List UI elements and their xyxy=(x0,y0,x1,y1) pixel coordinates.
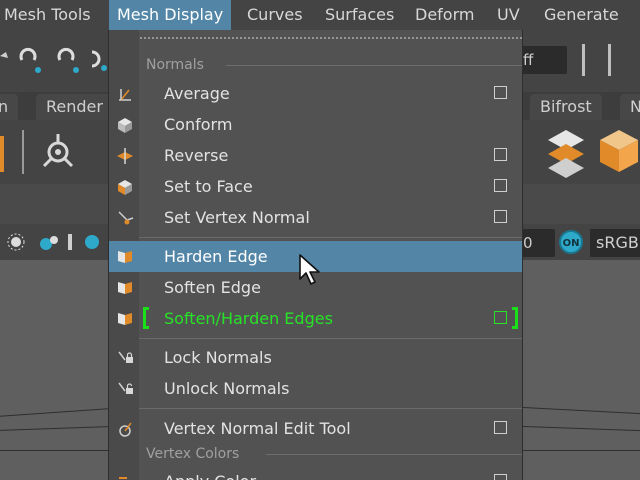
reverse-normals-icon xyxy=(117,148,133,164)
soften-edge-icon xyxy=(118,282,132,294)
menu-item-reverse[interactable]: Reverse xyxy=(109,140,522,171)
menu-surfaces[interactable]: Surfaces xyxy=(325,0,394,30)
grid-line xyxy=(0,408,108,417)
menu-item-label: Harden Edge xyxy=(164,247,268,266)
tab-bifrost[interactable]: Bifrost xyxy=(530,94,602,120)
apply-color-icon xyxy=(119,477,127,479)
menu-item-label: Set to Face xyxy=(164,177,253,196)
cube-icon[interactable] xyxy=(598,126,640,176)
option-box-icon[interactable] xyxy=(494,421,507,434)
uv-layout-icon[interactable] xyxy=(540,126,592,180)
menu-bar: Mesh Tools Mesh Display Curves Surfaces … xyxy=(0,0,640,30)
menu-divider xyxy=(139,338,522,339)
section-vertex-colors: Vertex Colors xyxy=(146,446,240,462)
vertex-normal-icon xyxy=(118,211,134,225)
menu-generate[interactable]: Generate xyxy=(544,0,619,30)
on-toggle-icon[interactable]: ON xyxy=(559,230,583,254)
option-box-icon[interactable] xyxy=(494,474,507,480)
menu-item-label: Soften Edge xyxy=(164,278,261,297)
menu-mesh-tools[interactable]: Mesh Tools xyxy=(4,0,91,30)
menu-divider xyxy=(139,237,522,238)
tripod-icon[interactable] xyxy=(40,132,80,172)
lighting-icons[interactable] xyxy=(4,228,104,256)
menu-item-conform[interactable]: Conform xyxy=(109,109,522,140)
highlight-bracket-right xyxy=(512,307,518,329)
option-box-icon[interactable] xyxy=(494,179,507,192)
menu-item-average[interactable]: Average xyxy=(109,78,522,109)
menu-item-vertex-normal-edit-tool[interactable]: Vertex Normal Edit Tool xyxy=(109,413,522,444)
divider-handle xyxy=(582,44,585,76)
menu-item-label: Average xyxy=(164,84,230,103)
menu-item-label: Soften/Harden Edges xyxy=(164,309,333,328)
menu-item-lock-normals[interactable]: Lock Normals xyxy=(109,342,522,373)
harden-edge-icon xyxy=(118,251,132,263)
soften-harden-icon xyxy=(118,313,132,325)
normal-edit-tool-icon xyxy=(119,422,132,437)
grid-line xyxy=(521,425,640,432)
color-space-select[interactable]: sRGB xyxy=(590,229,640,257)
menu-item-label: Conform xyxy=(164,115,233,134)
option-box-icon[interactable] xyxy=(494,210,507,223)
menu-item-soften-harden-edges[interactable]: Soften/Harden Edges xyxy=(109,303,522,334)
option-box-icon[interactable] xyxy=(494,311,507,324)
menu-item-set-vertex-normal[interactable]: Set Vertex Normal xyxy=(109,202,522,233)
menu-item-label: Apply Color xyxy=(164,466,256,480)
tear-off-bar[interactable] xyxy=(139,36,522,40)
menu-item-label: Unlock Normals xyxy=(164,379,290,398)
menu-mesh-display[interactable]: Mesh Display xyxy=(109,0,232,30)
menu-item-apply-color[interactable]: Apply Color xyxy=(109,466,522,480)
menu-divider xyxy=(139,408,522,409)
menu-item-label: Vertex Normal Edit Tool xyxy=(164,419,351,438)
lock-normals-icon xyxy=(118,351,133,363)
menu-deform[interactable]: Deform xyxy=(415,0,474,30)
menu-uv[interactable]: UV xyxy=(497,0,520,30)
menu-item-unlock-normals[interactable]: Unlock Normals xyxy=(109,373,522,404)
tab-render[interactable]: Render xyxy=(36,94,113,120)
average-normals-icon xyxy=(119,89,131,101)
highlight-bracket-left xyxy=(143,307,149,329)
conform-cube-icon xyxy=(118,118,132,133)
section-divider xyxy=(266,454,522,455)
grid-line xyxy=(521,406,640,415)
menu-item-set-to-face[interactable]: Set to Face xyxy=(109,171,522,202)
shelf-separator xyxy=(22,130,24,174)
menu-curves[interactable]: Curves xyxy=(247,0,303,30)
unlock-normals-icon xyxy=(118,382,133,394)
section-divider xyxy=(226,65,522,66)
mouse-cursor-icon xyxy=(299,254,320,285)
menu-item-label: Lock Normals xyxy=(164,348,272,367)
snap-icons[interactable] xyxy=(0,42,108,82)
tab-partial-right[interactable]: N xyxy=(620,94,640,120)
tab-partial[interactable]: n xyxy=(0,94,19,120)
value-field[interactable]: 0 xyxy=(519,229,555,257)
option-box-icon[interactable] xyxy=(494,148,507,161)
set-to-face-icon xyxy=(118,180,132,195)
shelf-edge-icon[interactable] xyxy=(0,136,4,172)
grid-line xyxy=(0,426,108,431)
divider-handle xyxy=(608,44,611,76)
menu-item-label: Reverse xyxy=(164,146,229,165)
option-box-icon[interactable] xyxy=(494,86,507,99)
status-field[interactable]: ff xyxy=(519,46,567,74)
section-normals: Normals xyxy=(146,57,204,73)
menu-item-label: Set Vertex Normal xyxy=(164,208,310,227)
